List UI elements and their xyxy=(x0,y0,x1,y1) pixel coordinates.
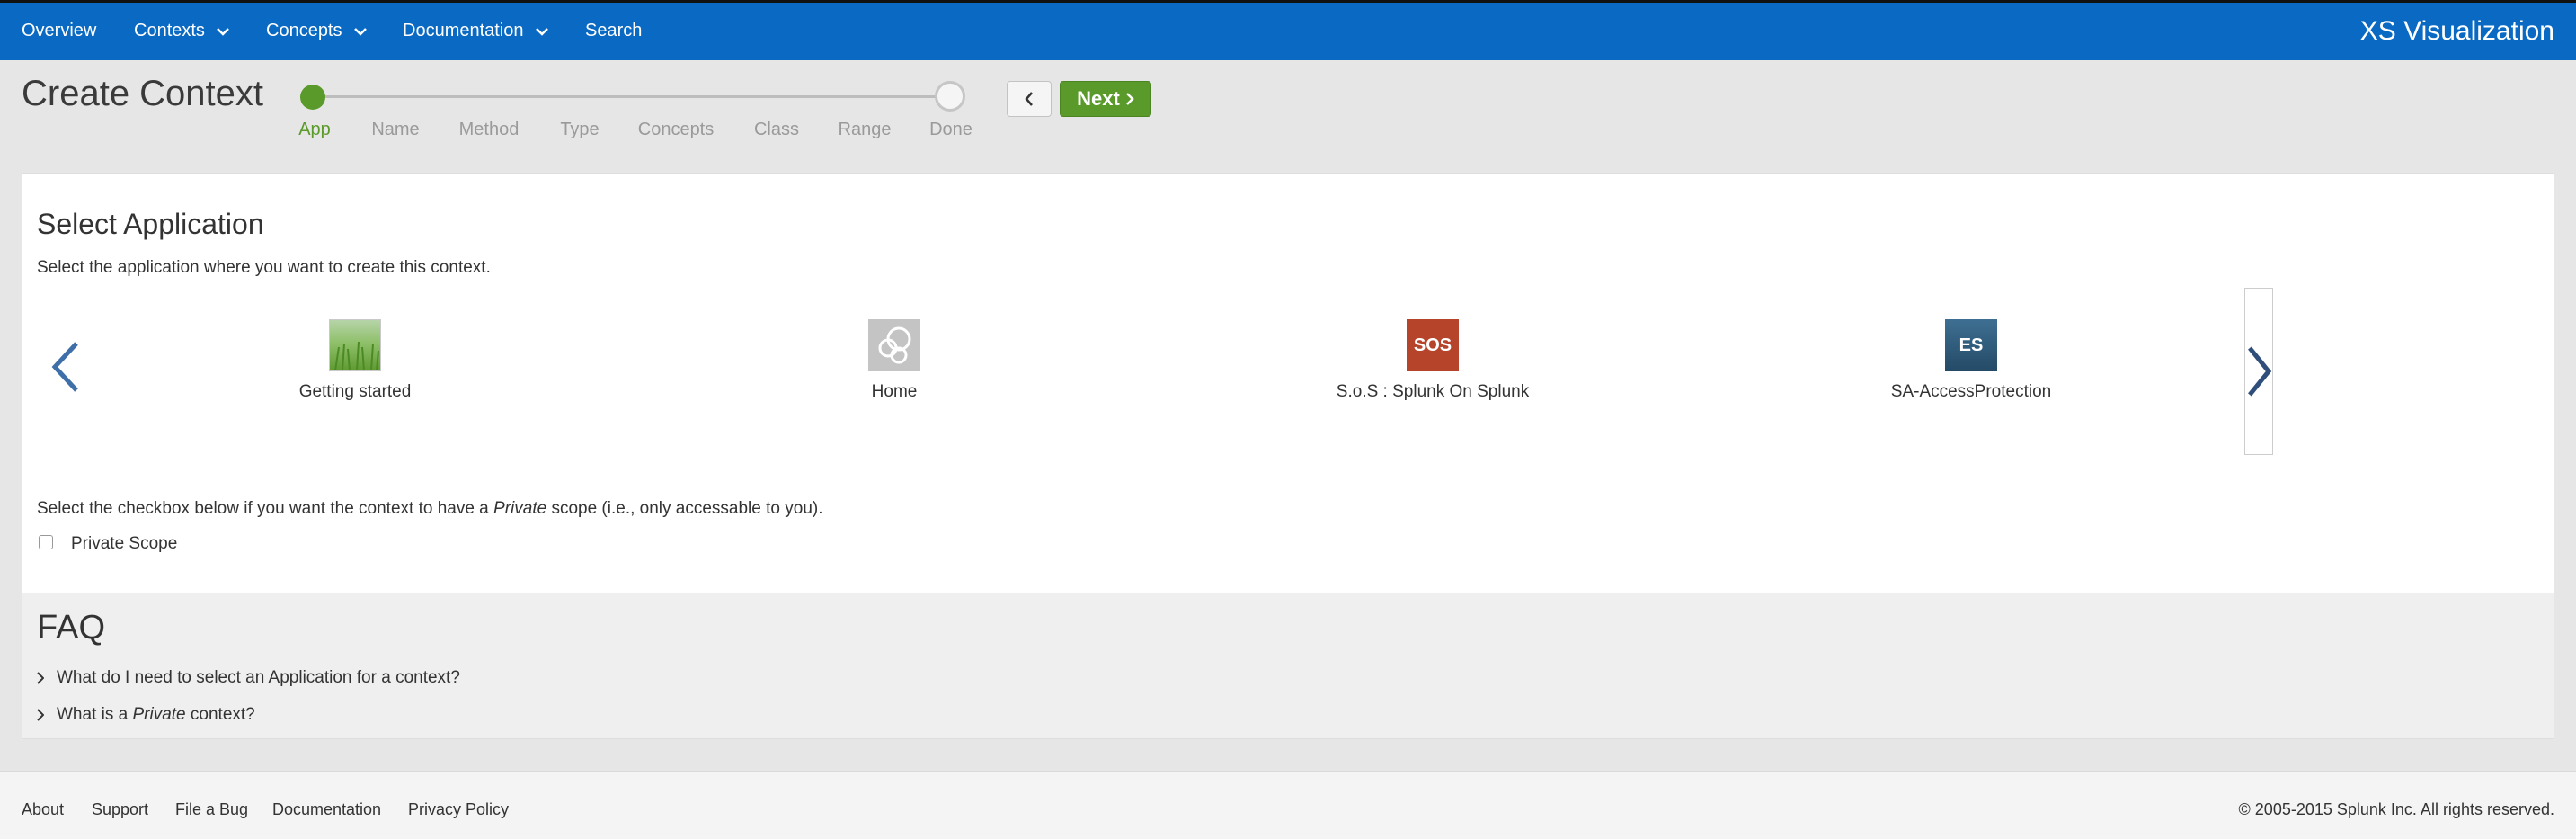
step-done: Done xyxy=(929,120,973,139)
app-tile-sa-access-protection[interactable]: ES SA-AccessProtection xyxy=(1836,319,2106,402)
step-name: Name xyxy=(371,120,420,139)
chevron-left-icon xyxy=(1025,92,1033,106)
footer-link-privacy-policy[interactable]: Privacy Policy xyxy=(408,800,509,819)
step-class: Class xyxy=(753,120,800,139)
carousel-prev-button[interactable] xyxy=(49,340,82,398)
chevron-right-icon xyxy=(37,672,44,684)
step-concepts: Concepts xyxy=(637,120,715,139)
step-range: Range xyxy=(838,120,892,139)
faq-section: FAQ What do I need to select an Applicat… xyxy=(22,593,2554,738)
copyright-text: © 2005-2015 Splunk Inc. All rights reser… xyxy=(2238,800,2554,818)
next-button[interactable]: Next xyxy=(1060,81,1151,117)
circles-icon xyxy=(868,319,920,371)
footer-link-file-a-bug[interactable]: File a Bug xyxy=(175,800,248,819)
nav-search[interactable]: Search xyxy=(585,21,642,41)
top-nav-bar: Overview Contexts Concepts Documentation… xyxy=(0,0,2576,60)
app-brand-title: XS Visualization xyxy=(2359,16,2554,46)
grass-icon xyxy=(329,319,381,371)
chevron-right-icon xyxy=(1125,93,1134,105)
faq-item-private-context[interactable]: What is a Private context? xyxy=(37,705,255,725)
section-title: Select Application xyxy=(37,208,264,240)
footer-link-documentation[interactable]: Documentation xyxy=(272,800,381,819)
private-scope-checkbox[interactable] xyxy=(39,535,53,549)
step-method: Method xyxy=(458,120,520,139)
step-type: Type xyxy=(560,120,600,139)
page-title: Create Context xyxy=(22,74,264,113)
chevron-down-icon xyxy=(535,27,548,36)
wizard-end-step-marker xyxy=(935,81,965,112)
footer-link-support[interactable]: Support xyxy=(92,800,148,819)
wizard-current-step-marker xyxy=(300,85,325,110)
nav-concepts[interactable]: Concepts xyxy=(266,21,368,41)
section-description: Select the application where you want to… xyxy=(37,258,491,277)
chevron-right-icon xyxy=(2248,346,2272,397)
app-tile-getting-started[interactable]: Getting started xyxy=(220,319,490,402)
es-icon: ES xyxy=(1945,319,1997,371)
carousel-next-button[interactable] xyxy=(2244,288,2273,455)
private-scope-instructions: Select the checkbox below if you want th… xyxy=(37,499,823,518)
chevron-down-icon xyxy=(353,27,367,36)
private-scope-label[interactable]: Private Scope xyxy=(71,534,177,554)
back-button[interactable] xyxy=(1007,81,1052,117)
wizard-progress-track xyxy=(311,95,951,98)
nav-contexts[interactable]: Contexts xyxy=(134,21,230,41)
nav-documentation[interactable]: Documentation xyxy=(403,21,549,41)
chevron-right-icon xyxy=(37,709,44,721)
footer-link-about[interactable]: About xyxy=(22,800,64,819)
chevron-left-icon xyxy=(51,342,78,392)
app-tile-sos[interactable]: SOS S.o.S : Splunk On Splunk xyxy=(1298,319,1568,402)
faq-item-select-application[interactable]: What do I need to select an Application … xyxy=(37,668,460,688)
faq-title: FAQ xyxy=(37,609,106,647)
nav-overview[interactable]: Overview xyxy=(22,21,96,41)
app-tile-home[interactable]: Home xyxy=(759,319,1029,402)
step-app: App xyxy=(298,120,331,139)
sos-icon: SOS xyxy=(1407,319,1459,371)
footer: About Support File a Bug Documentation P… xyxy=(0,771,2576,839)
chevron-down-icon xyxy=(217,27,229,36)
select-application-panel: Select Application Select the applicatio… xyxy=(22,173,2554,739)
